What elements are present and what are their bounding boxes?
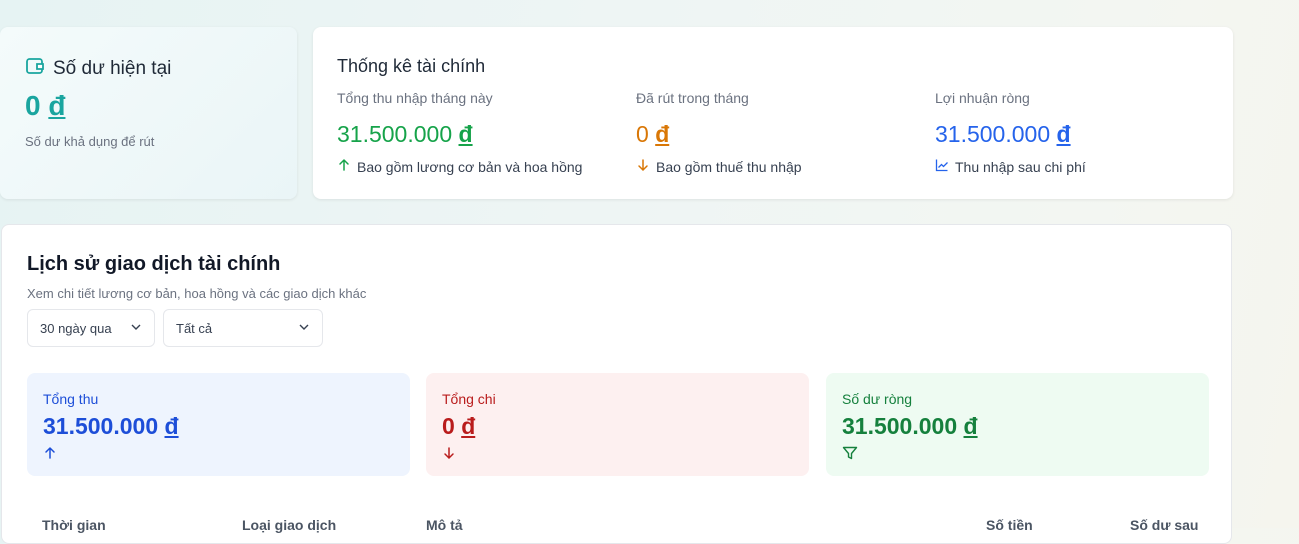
summary-net-balance: Số dư ròng 31.500.000 đ bbox=[826, 373, 1209, 476]
stats-title: Thống kê tài chính bbox=[337, 56, 486, 76]
summary-number: 31.500.000 bbox=[43, 413, 159, 439]
summary-number: 31.500.000 bbox=[842, 413, 958, 439]
balance-title-text: Số dư hiện tại bbox=[53, 58, 172, 79]
type-select[interactable]: Tất cả bbox=[163, 309, 323, 347]
stat-value: 31.500.000 đ bbox=[337, 121, 582, 148]
balance-subtitle: Số dư khả dụng để rút bbox=[25, 134, 155, 149]
stat-number: 31.500.000 bbox=[337, 121, 453, 147]
summary-value: 31.500.000 đ bbox=[43, 413, 394, 440]
arrow-down-icon bbox=[636, 158, 650, 175]
column-header-time: Thời gian bbox=[42, 517, 106, 533]
balance-amount: 0 đ bbox=[25, 90, 65, 122]
stat-label: Lợi nhuận ròng bbox=[935, 90, 1030, 106]
balance-title: Số dư hiện tại bbox=[25, 56, 171, 82]
arrow-down-icon bbox=[442, 446, 793, 465]
column-header-type: Loại giao dịch bbox=[242, 517, 337, 533]
period-select-value: 30 ngày qua bbox=[40, 320, 112, 336]
history-card: Lịch sử giao dịch tài chính Xem chi tiết… bbox=[1, 224, 1232, 544]
summary-total-income: Tổng thu 31.500.000 đ bbox=[27, 373, 410, 476]
currency-symbol: đ bbox=[655, 121, 670, 147]
currency-symbol: đ bbox=[963, 413, 978, 439]
history-subtitle: Xem chi tiết lương cơ bản, hoa hồng và c… bbox=[27, 286, 367, 301]
stat-withdrawn: Đã rút trong tháng 0 đ Bao gồm thuế thu … bbox=[636, 90, 802, 175]
currency-symbol: đ bbox=[1056, 121, 1071, 147]
stat-value: 0 đ bbox=[636, 121, 802, 148]
arrow-up-icon bbox=[337, 158, 351, 175]
currency-symbol: đ bbox=[48, 90, 66, 121]
summary-value: 0 đ bbox=[442, 413, 793, 440]
stat-net-profit: Lợi nhuận ròng 31.500.000 đ Thu nhập sau… bbox=[935, 90, 1086, 175]
summary-value: 31.500.000 đ bbox=[842, 413, 1193, 440]
stat-note: Bao gồm lương cơ bản và hoa hồng bbox=[337, 158, 582, 175]
summary-label: Số dư ròng bbox=[842, 391, 913, 407]
column-header-amount: Số tiền bbox=[986, 517, 1033, 533]
line-chart-icon bbox=[935, 158, 949, 175]
stat-note: Thu nhập sau chi phí bbox=[935, 158, 1086, 175]
chevron-down-icon bbox=[130, 321, 142, 336]
currency-symbol: đ bbox=[461, 413, 476, 439]
stat-number: 31.500.000 bbox=[935, 121, 1051, 147]
currency-symbol: đ bbox=[164, 413, 179, 439]
stat-number: 0 bbox=[636, 121, 649, 147]
stat-label: Tổng thu nhập tháng này bbox=[337, 90, 493, 106]
column-header-description: Mô tả bbox=[426, 517, 463, 533]
stat-note-text: Bao gồm thuế thu nhập bbox=[656, 158, 802, 175]
wallet-icon bbox=[25, 56, 45, 82]
column-header-balance-after: Số dư sau bbox=[1130, 517, 1199, 533]
summary-label: Tổng chi bbox=[442, 391, 496, 407]
balance-value: 0 bbox=[25, 90, 41, 121]
stat-note-text: Thu nhập sau chi phí bbox=[955, 158, 1086, 175]
period-select[interactable]: 30 ngày qua bbox=[27, 309, 155, 347]
stats-card: Thống kê tài chính Tổng thu nhập tháng n… bbox=[313, 27, 1233, 199]
balance-card: Số dư hiện tại 0 đ Số dư khả dụng để rút bbox=[0, 27, 297, 199]
stat-label: Đã rút trong tháng bbox=[636, 90, 749, 106]
chevron-down-icon bbox=[298, 321, 310, 336]
stat-note-text: Bao gồm lương cơ bản và hoa hồng bbox=[357, 158, 583, 175]
history-title: Lịch sử giao dịch tài chính bbox=[27, 253, 281, 275]
type-select-value: Tất cả bbox=[176, 320, 213, 336]
summary-number: 0 bbox=[442, 413, 455, 439]
filter-icon bbox=[842, 446, 1193, 465]
arrow-up-icon bbox=[43, 446, 394, 465]
stat-value: 31.500.000 đ bbox=[935, 121, 1086, 148]
summary-total-expense: Tổng chi 0 đ bbox=[426, 373, 809, 476]
stat-note: Bao gồm thuế thu nhập bbox=[636, 158, 802, 175]
stat-income: Tổng thu nhập tháng này 31.500.000 đ Bao… bbox=[337, 90, 582, 175]
summary-label: Tổng thu bbox=[43, 391, 99, 407]
currency-symbol: đ bbox=[458, 121, 473, 147]
